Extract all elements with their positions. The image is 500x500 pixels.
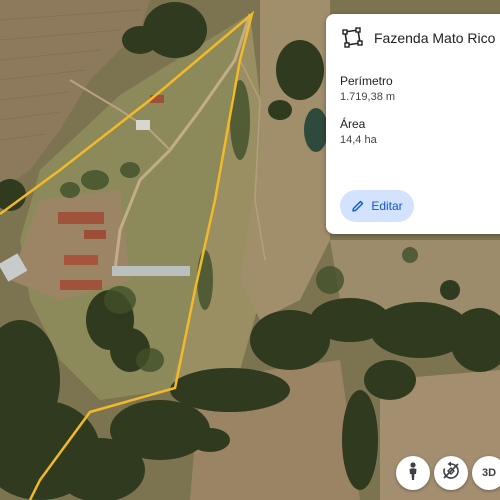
card-header: Fazenda Mato Rico	[340, 16, 496, 60]
rotate-button[interactable]	[434, 456, 468, 490]
area-metric: Área 14,4 ha	[340, 117, 494, 146]
pegman-icon	[403, 461, 423, 486]
perimeter-value: 1.719,38 m	[340, 91, 396, 103]
rotate-disabled-icon	[441, 461, 461, 486]
polygon-icon	[340, 26, 364, 50]
area-value: 14,4 ha	[340, 134, 377, 146]
3d-label: 3D	[481, 467, 497, 479]
pencil-icon	[351, 199, 365, 213]
field-name: Fazenda Mato Rico	[374, 30, 496, 46]
field-info-card: Fazenda Mato Rico Perímetro 1.719,38 m Á…	[326, 14, 500, 234]
perimeter-metric: Perímetro 1.719,38 m	[340, 74, 494, 103]
edit-button[interactable]: Editar	[340, 190, 414, 222]
perimeter-label: Perímetro	[340, 74, 393, 88]
street-view-button[interactable]	[396, 456, 430, 490]
edit-label: Editar	[371, 199, 403, 213]
3d-toggle-button[interactable]: 3D	[472, 456, 500, 490]
area-label: Área	[340, 117, 366, 131]
